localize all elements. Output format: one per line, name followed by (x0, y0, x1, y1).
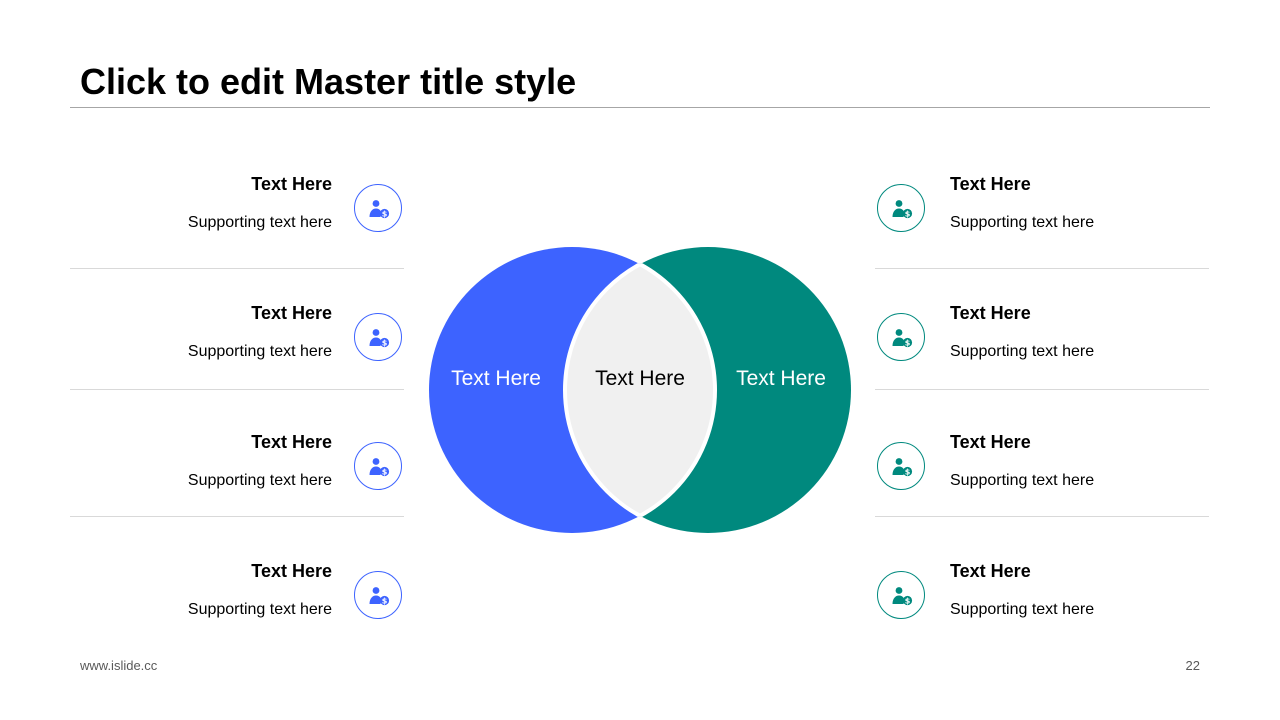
right-divider-1 (875, 268, 1209, 269)
user-dollar-icon: $ (877, 442, 925, 490)
user-dollar-icon: $ (877, 184, 925, 232)
venn-right-label[interactable]: Text Here (736, 366, 826, 392)
footer-url: www.islide.cc (80, 658, 158, 673)
svg-text:$: $ (382, 338, 388, 347)
right-divider-2 (875, 389, 1209, 390)
right-item-3-text[interactable]: Supporting text here (950, 471, 1110, 491)
title-divider (70, 107, 1210, 108)
venn-diagram: Text Here Text Here Text Here (420, 245, 860, 535)
venn-center-label[interactable]: Text Here (595, 366, 685, 392)
left-item-3-text[interactable]: Supporting text here (172, 471, 332, 491)
left-divider-2 (70, 389, 404, 390)
user-dollar-icon: $ (877, 571, 925, 619)
user-dollar-icon: $ (354, 184, 402, 232)
page-number: 22 (1185, 658, 1200, 673)
venn-left-label[interactable]: Text Here (451, 366, 541, 392)
user-dollar-icon: $ (877, 313, 925, 361)
svg-text:$: $ (905, 467, 911, 476)
svg-text:$: $ (905, 596, 911, 605)
right-item-4-heading[interactable]: Text Here (950, 560, 1110, 582)
left-item-2-text[interactable]: Supporting text here (172, 342, 332, 362)
user-dollar-icon: $ (354, 571, 402, 619)
right-item-3-heading[interactable]: Text Here (950, 431, 1110, 453)
left-item-4-text[interactable]: Supporting text here (172, 600, 332, 620)
left-item-1-heading[interactable]: Text Here (172, 173, 332, 195)
right-divider-3 (875, 516, 1209, 517)
right-item-4-text[interactable]: Supporting text here (950, 600, 1110, 620)
user-dollar-icon: $ (354, 442, 402, 490)
slide-title[interactable]: Click to edit Master title style (80, 58, 576, 106)
left-item-3: Text Here Supporting text here (172, 431, 332, 491)
right-item-2-text[interactable]: Supporting text here (950, 342, 1110, 362)
left-item-2-heading[interactable]: Text Here (172, 302, 332, 324)
user-dollar-icon: $ (354, 313, 402, 361)
left-divider-3 (70, 516, 404, 517)
right-item-3: Text Here Supporting text here (950, 431, 1110, 491)
right-item-4: Text Here Supporting text here (950, 560, 1110, 620)
right-item-1-heading[interactable]: Text Here (950, 173, 1110, 195)
svg-text:$: $ (382, 467, 388, 476)
left-item-4: Text Here Supporting text here (172, 560, 332, 620)
svg-text:$: $ (905, 338, 911, 347)
svg-text:$: $ (905, 209, 911, 218)
right-item-2: Text Here Supporting text here (950, 302, 1110, 362)
right-item-1-text[interactable]: Supporting text here (950, 213, 1110, 233)
left-item-2: Text Here Supporting text here (172, 302, 332, 362)
left-divider-1 (70, 268, 404, 269)
left-item-4-heading[interactable]: Text Here (172, 560, 332, 582)
svg-text:$: $ (382, 209, 388, 218)
right-item-2-heading[interactable]: Text Here (950, 302, 1110, 324)
left-item-1-text[interactable]: Supporting text here (172, 213, 332, 233)
left-item-3-heading[interactable]: Text Here (172, 431, 332, 453)
left-item-1: Text Here Supporting text here (172, 173, 332, 233)
right-item-1: Text Here Supporting text here (950, 173, 1110, 233)
svg-text:$: $ (382, 596, 388, 605)
